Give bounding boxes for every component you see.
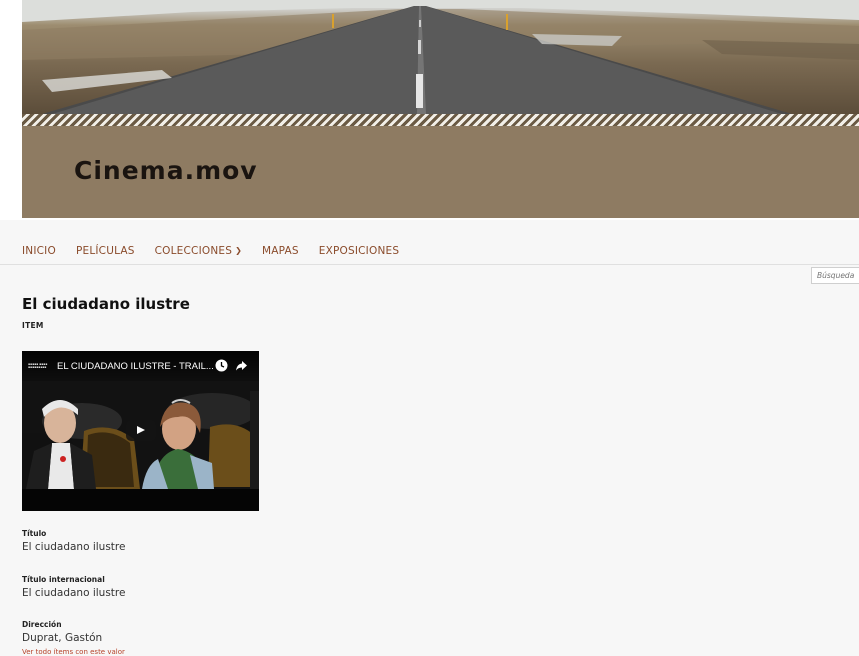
metadata-value-titulo-internacional: El ciudadano ilustre — [22, 587, 126, 599]
road-illustration — [22, 0, 859, 114]
nav-item-colecciones[interactable]: COLECCIONES ❯ — [155, 245, 242, 257]
metadata-label-titulo-internacional: Título internacional — [22, 575, 105, 584]
nav-item-exposiciones[interactable]: EXPOSICIONES — [319, 245, 399, 257]
metadata-value-titulo: El ciudadano ilustre — [22, 541, 126, 553]
play-icon — [137, 426, 145, 434]
header-stripe — [22, 114, 859, 126]
title-band: Cinema.mov — [22, 126, 859, 218]
video-player[interactable]: ▪▪▪▪▪ ▪▪▪▪ ▪▪▪▪▪▪▪▪▪ EL CIUDADANO ILUSTRE… — [22, 351, 259, 511]
nav-item-inicio[interactable]: INICIO — [22, 245, 56, 257]
metadata-value-direccion: Duprat, Gastón — [22, 632, 103, 644]
watch-later-icon[interactable] — [215, 359, 228, 372]
search-input[interactable] — [811, 267, 859, 284]
header-banner: Cinema.mov — [22, 0, 859, 218]
chevron-down-icon: ❯ — [235, 246, 242, 255]
metadata-label-direccion: Dirección — [22, 620, 62, 629]
item-type-label: ITEM — [22, 321, 44, 330]
nav-item-peliculas[interactable]: PELÍCULAS — [76, 245, 135, 257]
nav-divider — [0, 264, 859, 265]
page-title: El ciudadano ilustre — [22, 295, 190, 313]
nav-item-mapas[interactable]: MAPAS — [262, 245, 299, 257]
share-icon[interactable] — [235, 359, 248, 372]
play-button[interactable] — [126, 420, 156, 441]
video-title[interactable]: EL CIUDADANO ILUSTRE - TRAIL... — [57, 361, 214, 372]
main-nav: INICIO PELÍCULAS COLECCIONES ❯ MAPAS EXPO… — [22, 245, 399, 257]
metadata-label-titulo: Título — [22, 529, 47, 538]
site-title[interactable]: Cinema.mov — [74, 156, 258, 185]
header-road-photo — [22, 0, 859, 114]
channel-logo: ▪▪▪▪▪ ▪▪▪▪ ▪▪▪▪▪▪▪▪▪ — [28, 362, 48, 369]
nav-item-colecciones-label: COLECCIONES — [154, 245, 233, 257]
